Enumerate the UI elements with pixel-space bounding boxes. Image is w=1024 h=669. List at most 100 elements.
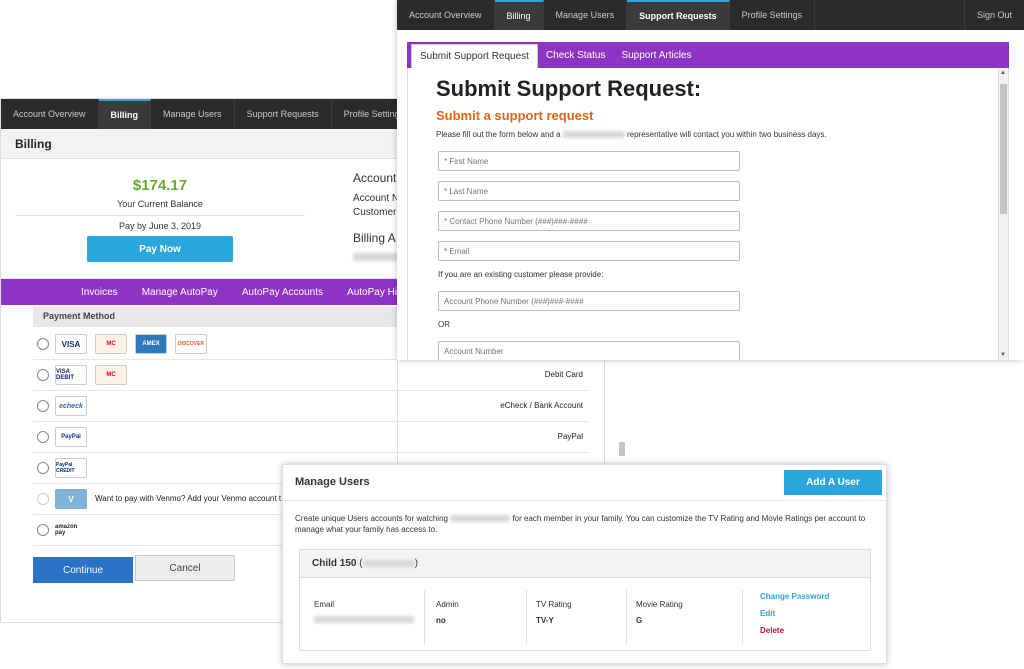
paypal-icon: PayPal [55, 427, 87, 447]
amex-icon: AMEX [135, 334, 167, 354]
billing-address-title: Billing A [353, 231, 396, 245]
user-name: Child 150 [312, 558, 357, 569]
column-divider [424, 590, 425, 644]
user-card-header: Child 150 () [300, 550, 870, 578]
admin-label: Admin [436, 600, 459, 609]
payment-method-header: Payment Method [33, 307, 401, 327]
balance-amount: $174.17 [132, 177, 188, 194]
movie-rating-column: Movie Rating G [636, 600, 683, 625]
tv-rating-column: TV Rating TV-Y [536, 600, 572, 625]
customer-label: Customer [353, 207, 397, 218]
paypal-credit-icon: PayPal CREDIT [55, 458, 87, 478]
radio-venmo[interactable] [37, 493, 49, 505]
radio-echeck[interactable] [37, 400, 49, 412]
radio-amazon[interactable] [37, 524, 49, 536]
nav-account-overview[interactable]: Account Overview [397, 0, 495, 30]
amazon-pay-icon: amazon pay [55, 520, 87, 540]
admin-column: Admin no [436, 600, 459, 625]
radio-paypal-credit[interactable] [37, 462, 49, 474]
account-number-input[interactable] [438, 341, 740, 360]
movie-rating-value: G [636, 616, 643, 625]
form-subtitle: Submit a support request [436, 108, 594, 123]
users-header: Manage Users Add A User [283, 465, 886, 501]
change-password-link[interactable]: Change Password [760, 592, 829, 601]
radio-debit[interactable] [37, 369, 49, 381]
email-input[interactable] [438, 241, 740, 261]
email-label: Email [314, 600, 335, 609]
tab-check-status[interactable]: Check Status [538, 43, 613, 68]
form-description: Please fill out the form below and a rep… [436, 130, 827, 139]
user-card: Child 150 () Email Admin no TV Rating TV… [299, 549, 871, 651]
admin-value: no [436, 616, 446, 625]
nav-manage-users[interactable]: Manage Users [544, 0, 628, 30]
venmo-icon: V [55, 489, 87, 509]
delete-link[interactable]: Delete [760, 626, 784, 635]
balance-label: Your Current Balance [117, 199, 203, 209]
scroll-up-icon[interactable]: ▲ [1000, 70, 1006, 76]
background-scroll-thumb[interactable] [619, 442, 625, 456]
users-title: Manage Users [295, 476, 370, 488]
pay-by-date: Pay by June 3, 2019 [118, 221, 202, 231]
discover-icon: DISCOVER [175, 334, 207, 354]
billing-page-title: Billing [1, 129, 397, 159]
support-form: Submit Support Request: Submit a support… [407, 68, 1009, 360]
echeck-icon: echeck [55, 396, 87, 416]
continue-button[interactable]: Continue [33, 557, 133, 583]
pay-now-button[interactable]: Pay Now [87, 236, 233, 262]
nav-account-overview[interactable]: Account Overview [1, 99, 99, 129]
mastercard-icon: MC [95, 334, 127, 354]
users-desc-start: Create unique Users accounts for watchin… [295, 514, 448, 523]
sign-out-link[interactable]: Sign Out [963, 0, 1024, 30]
payment-row-debit[interactable]: VISA DEBIT MC Debit Card [33, 360, 589, 391]
tab-support-articles[interactable]: Support Articles [613, 43, 699, 68]
venmo-prompt: Want to pay with Venmo? Add your Venmo a… [95, 494, 282, 503]
contact-phone-input[interactable] [438, 211, 740, 231]
users-description: Create unique Users accounts for watchin… [295, 513, 875, 535]
tab-submit-request[interactable]: Submit Support Request [411, 44, 538, 68]
redacted-service [450, 515, 511, 523]
or-separator: OR [438, 320, 450, 329]
add-user-button[interactable]: Add A User [784, 470, 882, 495]
payment-row-paypal[interactable]: PayPal PayPal [33, 422, 589, 453]
last-name-input[interactable] [438, 181, 740, 201]
support-top-nav: Account Overview Billing Manage Users Su… [397, 0, 1024, 30]
subnav-invoices[interactable]: Invoices [69, 287, 130, 298]
nav-support-requests[interactable]: Support Requests [627, 0, 730, 30]
email-column: Email [314, 600, 414, 625]
scroll-thumb[interactable] [1000, 84, 1007, 214]
nav-billing[interactable]: Billing [98, 99, 152, 129]
radio-credit[interactable] [37, 338, 49, 350]
redacted-user-id [362, 559, 415, 567]
scroll-down-icon[interactable]: ▼ [1000, 352, 1006, 358]
account-phone-input[interactable] [438, 291, 740, 311]
existing-customer-note: If you are an existing customer please p… [438, 270, 604, 279]
balance-summary: $174.17 Your Current Balance Pay by June… [1, 159, 400, 279]
mastercard-debit-icon: MC [95, 365, 127, 385]
debit-card-label: Debit Card [544, 370, 583, 379]
subnav-manage-autopay[interactable]: Manage AutoPay [130, 287, 230, 298]
redacted-company [562, 131, 625, 139]
account-number-label: Account N [353, 193, 400, 204]
radio-paypal[interactable] [37, 431, 49, 443]
visa-icon: VISA [55, 334, 87, 354]
payment-row-echeck[interactable]: echeck eCheck / Bank Account [33, 391, 589, 422]
column-divider [742, 590, 743, 644]
description-start: Please fill out the form below and a [436, 130, 561, 139]
form-scrollbar[interactable]: ▲ ▼ [998, 68, 1008, 360]
visa-debit-icon: VISA DEBIT [55, 365, 87, 385]
cancel-button[interactable]: Cancel [135, 555, 235, 581]
page-title: Submit Support Request: [436, 76, 702, 101]
subnav-autopay-accounts[interactable]: AutoPay Accounts [230, 287, 335, 298]
nav-support-requests[interactable]: Support Requests [235, 99, 332, 129]
first-name-input[interactable] [438, 151, 740, 171]
redacted-address [353, 253, 399, 261]
nav-billing[interactable]: Billing [494, 0, 544, 30]
tv-rating-label: TV Rating [536, 600, 572, 609]
support-tabs: Submit Support Request Check Status Supp… [407, 42, 1009, 68]
billing-subnav: Invoices Manage AutoPay AutoPay Accounts… [1, 279, 419, 305]
movie-rating-label: Movie Rating [636, 600, 683, 609]
nav-profile-settings[interactable]: Profile Settings [730, 0, 816, 30]
nav-manage-users[interactable]: Manage Users [151, 99, 235, 129]
edit-link[interactable]: Edit [760, 609, 775, 618]
background-scrollbar[interactable] [604, 360, 628, 464]
